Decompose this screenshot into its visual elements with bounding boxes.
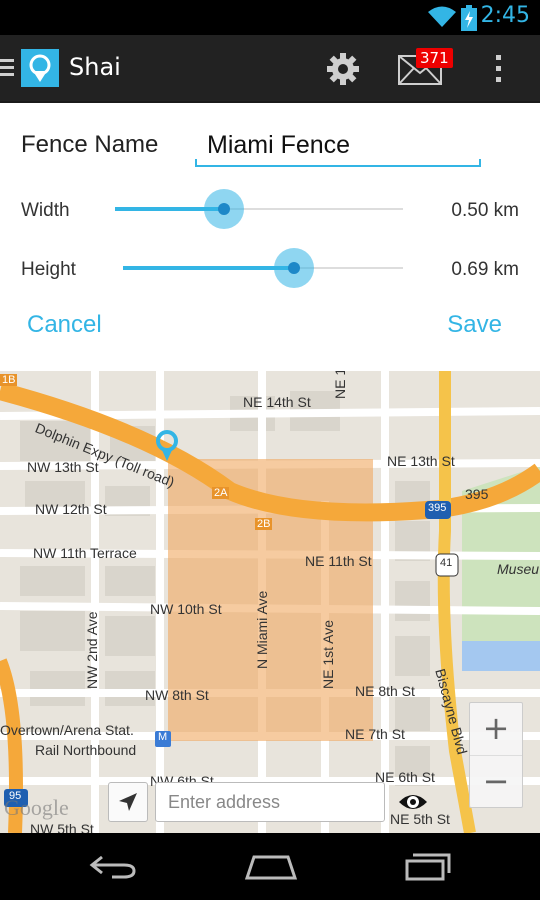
cancel-button[interactable]: Cancel [27, 311, 102, 339]
metro-icon: M [158, 731, 168, 743]
map-label-ne1ct: NE 1st Ct [332, 371, 348, 399]
map-label-2a: 2A [212, 487, 230, 499]
app-title: Shai [69, 53, 121, 81]
map-label-nw13: NW 13th St [27, 459, 99, 475]
map-label-ne11: NE 11th St [305, 553, 372, 569]
fence-name-label: Fence Name [21, 131, 159, 158]
map-label-ne1ave: NE 1st Ave [320, 619, 336, 689]
fence-name-input[interactable] [195, 125, 481, 167]
us41-shield: 41 [440, 557, 453, 569]
settings-gear-icon[interactable] [325, 51, 361, 87]
address-input[interactable] [155, 782, 385, 822]
map-label-rail: Rail Northbound [35, 742, 137, 758]
mail-count-badge: 371 [416, 48, 453, 68]
toggle-visibility-button[interactable] [393, 782, 433, 822]
width-value: 0.50 km [451, 200, 519, 221]
map-label-nw5: NW 5th St [30, 821, 94, 833]
zoom-controls: + − [469, 702, 523, 808]
map-label-ne7: NE 7th St [345, 726, 405, 742]
map-label-overtown: Overtown/Arena Stat. [0, 722, 134, 738]
save-button[interactable]: Save [447, 311, 502, 339]
fence-form: Fence Name Width 0.50 km Height 0.69 km … [0, 103, 540, 371]
back-icon[interactable] [88, 851, 138, 881]
input-underline-tick [479, 159, 481, 166]
drawer-menu-icon[interactable] [0, 59, 14, 80]
map-label-i395: 395 [465, 486, 489, 502]
map-label-nw10: NW 10th St [150, 601, 222, 617]
eye-icon [399, 795, 427, 809]
overflow-menu-icon[interactable] [496, 55, 502, 88]
width-slider[interactable] [115, 189, 403, 229]
clock: 2:45 [480, 3, 530, 28]
i395-shield: 395 [428, 502, 447, 514]
map-view[interactable]: NE 14th St Dolphin Expy (Toll road) NE 1… [0, 371, 540, 833]
zoom-in-button[interactable]: + [470, 703, 522, 755]
height-slider-fill [123, 266, 294, 270]
map-label-ne8: NE 8th St [355, 683, 415, 699]
system-nav-bar [0, 833, 540, 900]
action-bar: Shai 371 [0, 35, 540, 103]
status-bar: 2:45 [0, 0, 540, 35]
recent-apps-icon[interactable] [403, 851, 453, 881]
app-logo-pin-icon[interactable] [21, 49, 59, 87]
map-label-n-miami: N Miami Ave [254, 590, 270, 669]
google-logo: Google [4, 795, 69, 820]
map-label-nw2ave: NW 2nd Ave [84, 611, 100, 689]
map-label-ne14: NE 14th St [243, 394, 311, 410]
map-label-nw12: NW 12th St [35, 501, 107, 517]
map-label-1b: 1B [0, 374, 18, 386]
my-location-button[interactable] [108, 782, 148, 822]
input-underline-tick [195, 159, 197, 166]
height-label: Height [21, 259, 76, 280]
navigation-arrow-icon [119, 793, 137, 811]
wifi-icon [428, 6, 456, 27]
map-label-museum: Museu [497, 561, 540, 577]
map-label-nw11t: NW 11th Terrace [33, 545, 137, 561]
map-label-ne13: NE 13th St [387, 453, 455, 469]
height-slider-thumb[interactable] [287, 262, 300, 274]
height-slider[interactable] [123, 248, 403, 288]
battery-charging-icon [461, 5, 477, 31]
home-icon[interactable] [244, 851, 298, 881]
width-label: Width [21, 200, 70, 221]
map-label-nw8: NW 8th St [145, 687, 209, 703]
map-label-2b: 2B [255, 518, 273, 530]
zoom-out-button[interactable]: − [470, 756, 522, 808]
height-value: 0.69 km [451, 259, 519, 280]
